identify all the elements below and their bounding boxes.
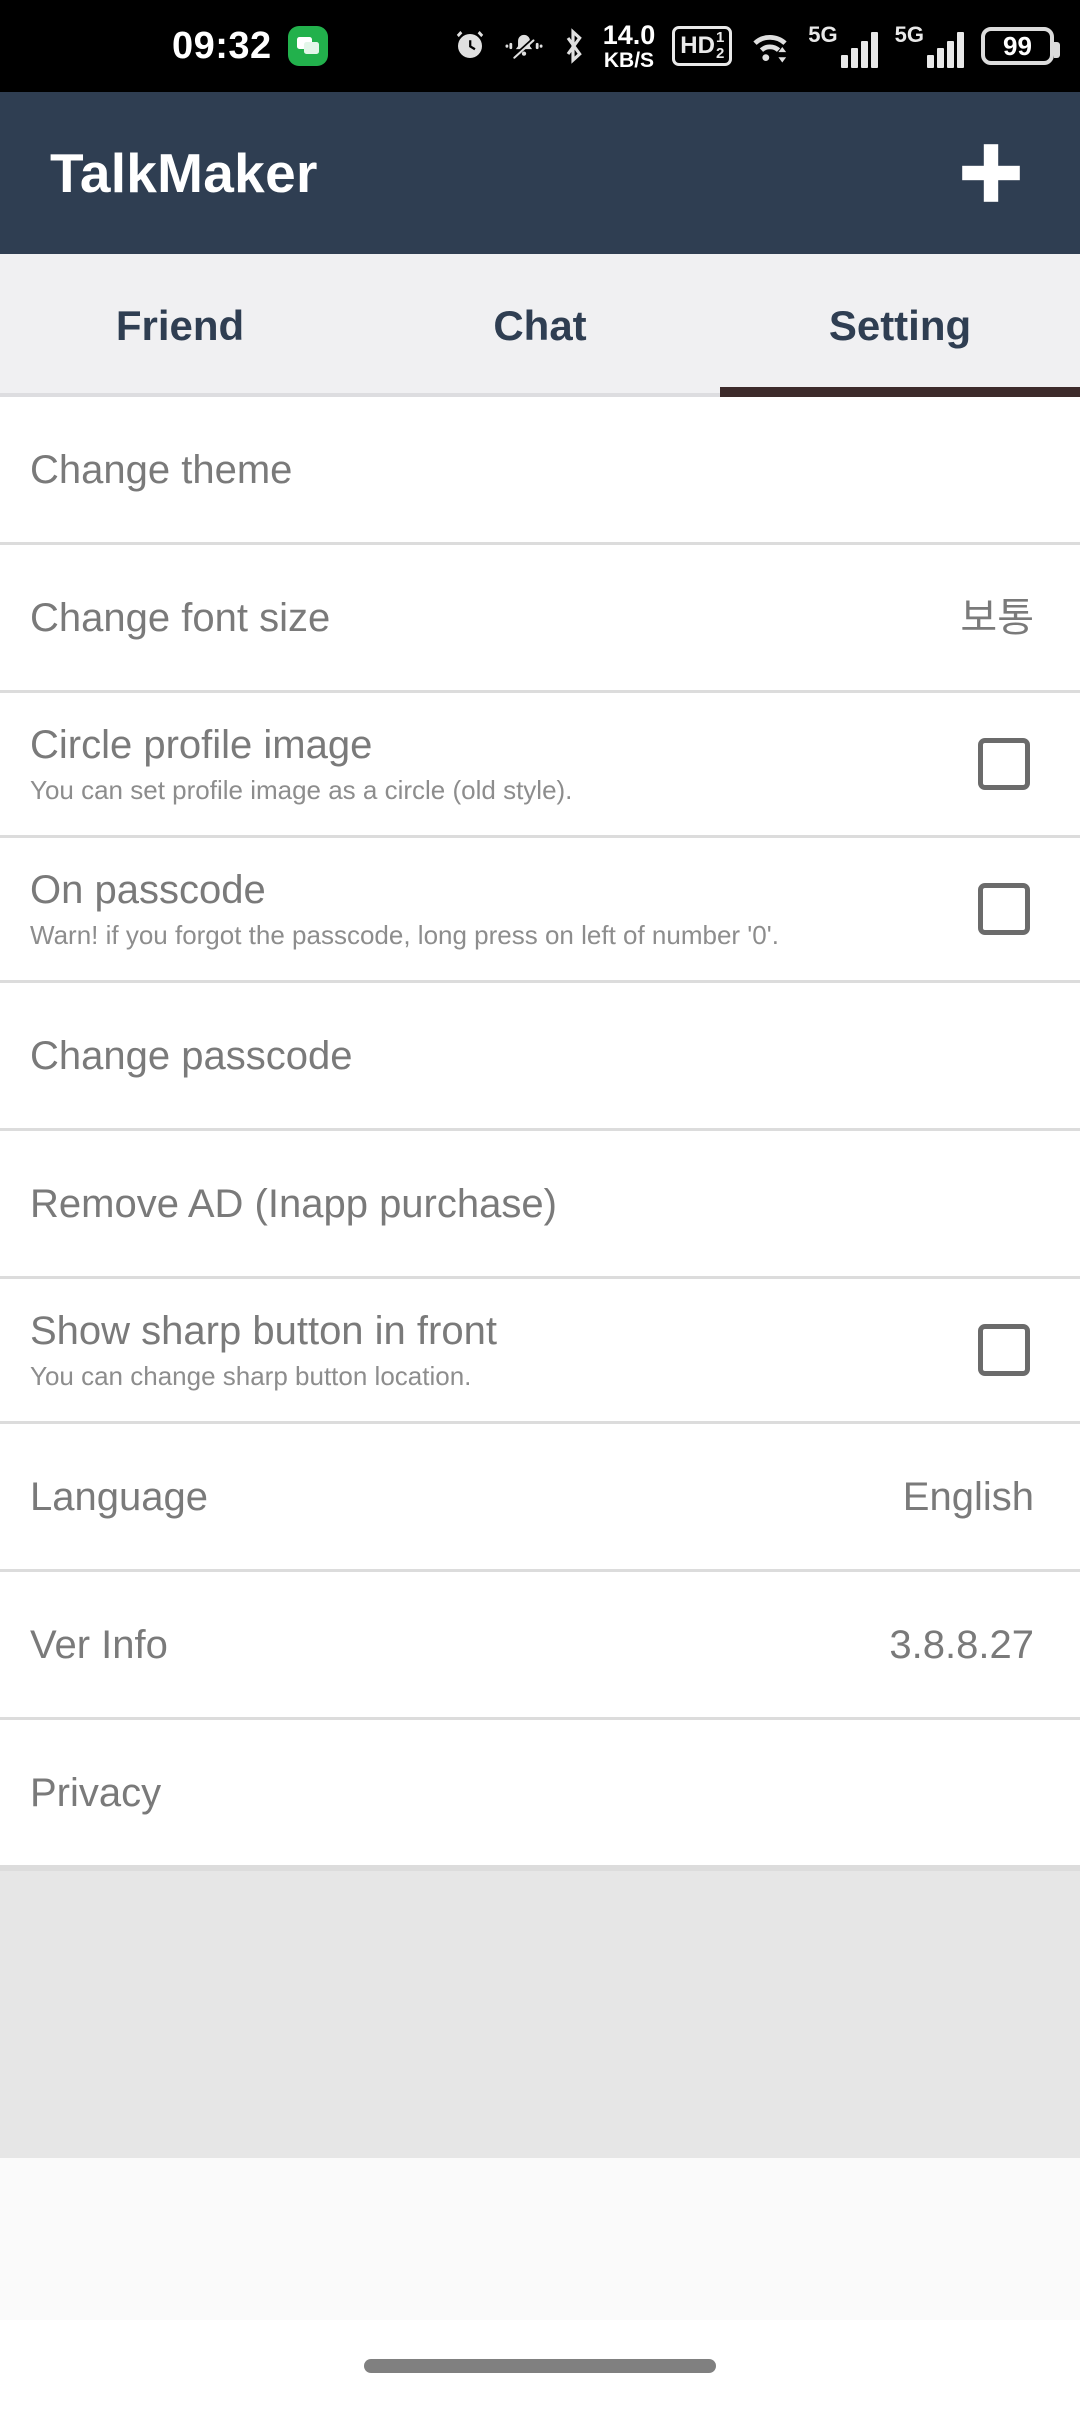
status-bar: 09:32 14.0 KB/S HD 1 2 5G 5G 99 <box>0 0 1080 92</box>
cellular-1-label: 5G <box>808 22 838 47</box>
row-texts: Privacy <box>30 1770 161 1816</box>
battery-level-label: 99 <box>1003 31 1032 61</box>
app-title: TalkMaker <box>50 142 318 204</box>
row-texts: Circle profile image You can set profile… <box>30 722 572 806</box>
setting-row-change-font-size[interactable]: Change font size 보통 <box>0 545 1080 693</box>
ad-placeholder <box>0 1868 1080 2158</box>
setting-row-change-theme[interactable]: Change theme <box>0 397 1080 545</box>
alarm-clock-icon <box>452 28 488 64</box>
setting-row-change-passcode[interactable]: Change passcode <box>0 983 1080 1131</box>
plus-icon <box>962 144 1020 202</box>
show-sharp-button-checkbox[interactable] <box>978 1324 1030 1376</box>
cellular-2-label: 5G <box>894 22 924 47</box>
setting-row-privacy[interactable]: Privacy <box>0 1720 1080 1868</box>
status-bar-right: 14.0 KB/S HD 1 2 5G 5G 99 <box>452 19 1060 72</box>
setting-value: 보통 <box>960 595 1034 640</box>
hd-fraction-bottom: 2 <box>715 45 725 62</box>
on-passcode-checkbox[interactable] <box>978 883 1030 935</box>
bell-muted-icon <box>505 29 543 63</box>
setting-title: Remove AD (Inapp purchase) <box>30 1181 557 1226</box>
setting-row-circle-profile-image[interactable]: Circle profile image You can set profile… <box>0 693 1080 838</box>
setting-row-remove-ad[interactable]: Remove AD (Inapp purchase) <box>0 1131 1080 1279</box>
tab-chat[interactable]: Chat <box>360 254 720 397</box>
bluetooth-icon <box>560 26 586 66</box>
setting-subtitle: Warn! if you forgot the passcode, long p… <box>30 920 779 951</box>
wifi-icon <box>749 28 791 64</box>
tab-setting[interactable]: Setting <box>720 254 1080 397</box>
setting-title: Change font size <box>30 595 331 640</box>
hd-fraction-top: 1 <box>715 29 725 47</box>
cellular-2-icon: 5G <box>895 24 964 68</box>
network-speed-value: 14.0 <box>602 19 656 50</box>
setting-value: 3.8.8.27 <box>889 1622 1034 1667</box>
row-texts: Remove AD (Inapp purchase) <box>30 1181 557 1227</box>
tab-setting-label: Setting <box>828 301 972 349</box>
settings-list: Change theme Change font size 보통 Circle … <box>0 397 1080 2320</box>
system-navigation-bar <box>0 2320 1080 2412</box>
setting-subtitle: You can set profile image as a circle (o… <box>30 775 573 806</box>
setting-title: Privacy <box>30 1770 162 1815</box>
list-filler <box>0 2158 1080 2320</box>
setting-subtitle: You can change sharp button location. <box>30 1361 472 1392</box>
setting-row-on-passcode[interactable]: On passcode Warn! if you forgot the pass… <box>0 838 1080 983</box>
hd-fraction: 1 2 <box>716 30 724 62</box>
setting-title: Show sharp button in front <box>30 1309 497 1354</box>
setting-title: On passcode <box>30 868 266 913</box>
tab-friend[interactable]: Friend <box>0 254 360 397</box>
signal-bars-icon <box>927 32 964 68</box>
setting-title: Circle profile image <box>30 723 373 768</box>
app-bar: TalkMaker <box>0 92 1080 254</box>
row-texts: Change passcode <box>30 1033 352 1079</box>
tab-friend-label: Friend <box>115 301 245 349</box>
chat-bubble-icon <box>287 26 328 66</box>
gesture-handle[interactable] <box>364 2359 716 2373</box>
setting-value: English <box>902 1474 1034 1519</box>
setting-row-ver-info[interactable]: Ver Info 3.8.8.27 <box>0 1572 1080 1720</box>
cellular-1-icon: 5G <box>808 22 878 68</box>
setting-row-language[interactable]: Language English <box>0 1424 1080 1572</box>
tab-bar: Friend Chat Setting <box>0 254 1080 397</box>
status-bar-clock: 09:32 <box>172 25 272 67</box>
battery-icon: 99 <box>981 27 1060 65</box>
status-bar-left: 09:32 <box>0 26 328 66</box>
setting-title: Change passcode <box>30 1033 353 1078</box>
phone-screen: 09:32 14.0 KB/S HD 1 2 5G 5G 99 TalkMake… <box>0 0 1080 2412</box>
setting-title: Change theme <box>30 447 293 492</box>
row-texts: Change font size <box>30 595 330 641</box>
setting-row-show-sharp-button[interactable]: Show sharp button in front You can chang… <box>0 1279 1080 1424</box>
network-speed-unit: KB/S <box>603 48 655 72</box>
row-texts: On passcode Warn! if you forgot the pass… <box>30 867 779 951</box>
hd-voice-icon: HD 1 2 <box>672 26 733 66</box>
setting-title: Ver Info <box>30 1622 168 1667</box>
signal-bars-icon <box>840 32 878 68</box>
add-button[interactable] <box>948 130 1034 216</box>
circle-profile-image-checkbox[interactable] <box>978 738 1030 790</box>
row-texts: Language <box>30 1474 208 1520</box>
row-texts: Ver Info <box>30 1622 168 1668</box>
network-speed-indicator: 14.0 KB/S <box>602 19 656 72</box>
row-texts: Show sharp button in front You can chang… <box>30 1308 497 1392</box>
row-texts: Change theme <box>30 447 292 493</box>
tab-chat-label: Chat <box>493 301 587 349</box>
hd-label: HD <box>680 32 715 59</box>
setting-title: Language <box>30 1474 208 1519</box>
